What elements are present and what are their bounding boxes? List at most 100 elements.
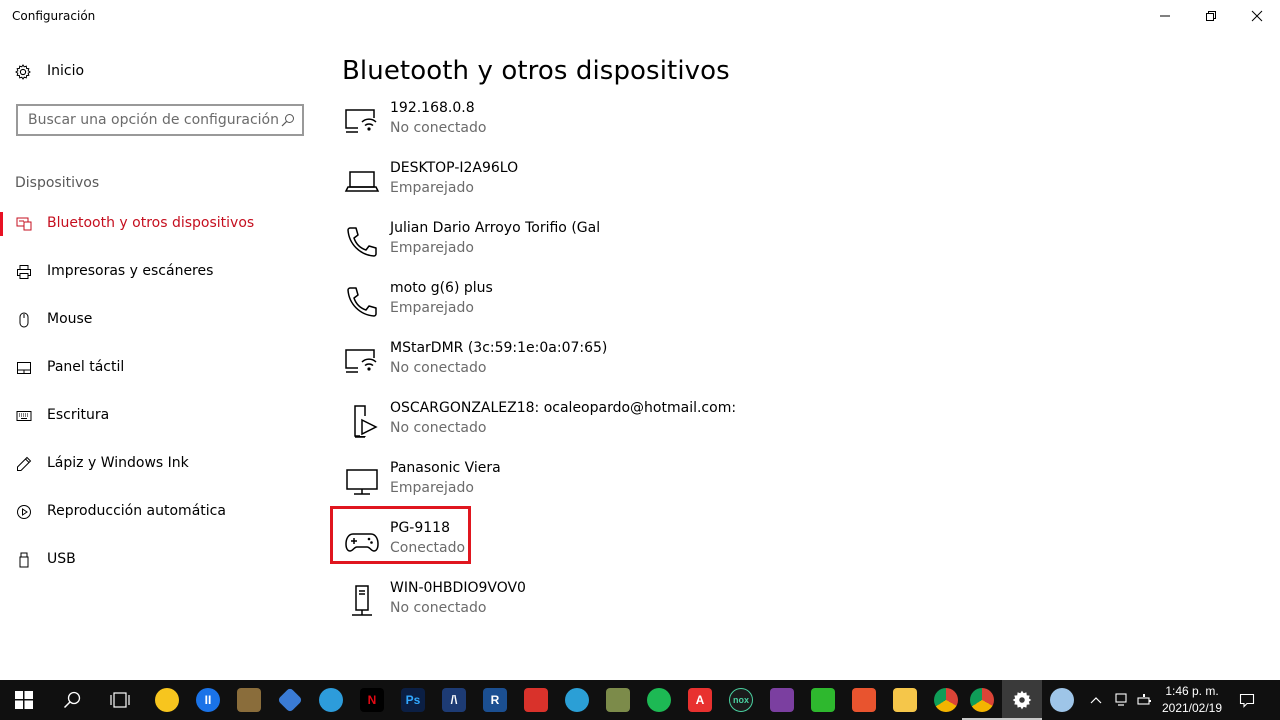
- sidebar-item-autoplay[interactable]: Reproducción automática: [0, 492, 320, 532]
- title-bar: Configuración: [0, 0, 1280, 32]
- sidebar-item-label: Lápiz y Windows Ink: [47, 455, 189, 471]
- clock-date: 2021/02/19: [1161, 701, 1223, 715]
- taskbar-app-pdf[interactable]: [844, 680, 884, 720]
- app-icon: /\: [442, 688, 466, 712]
- media-player-icon: [354, 405, 380, 438]
- close-icon: [1251, 10, 1263, 22]
- app-icon: N: [360, 688, 384, 712]
- taskbar-app-web[interactable]: [311, 680, 351, 720]
- device-name: Julian Dario Arroyo Torifio (Gal: [390, 220, 601, 236]
- home-link[interactable]: Inicio: [0, 56, 320, 88]
- device-item[interactable]: Julian Dario Arroyo Torifio (Gal Emparej…: [320, 220, 820, 280]
- app-icon: Ps: [401, 688, 425, 712]
- taskbar-app-revit[interactable]: R: [475, 680, 515, 720]
- taskbar-app-paint[interactable]: [1042, 680, 1082, 720]
- app-icon: R: [483, 688, 507, 712]
- search-icon: [63, 691, 81, 709]
- pen-icon: [17, 456, 32, 471]
- taskbar-app-netflix[interactable]: N: [352, 680, 392, 720]
- device-status: No conectado: [390, 420, 487, 436]
- windows-icon: [15, 691, 33, 709]
- device-item[interactable]: moto g(6) plus Emparejado: [320, 280, 820, 340]
- laptop-icon: [344, 171, 380, 192]
- device-status: Emparejado: [390, 240, 474, 256]
- taskbar-search-button[interactable]: [52, 680, 92, 720]
- close-button[interactable]: [1234, 0, 1280, 32]
- section-title: Dispositivos: [15, 175, 100, 191]
- task-view-icon: [110, 692, 130, 708]
- taskbar-app-blue[interactable]: [270, 680, 310, 720]
- search-icon: [281, 114, 294, 127]
- battery-plug-icon: [1137, 694, 1151, 705]
- home-label: Inicio: [47, 63, 85, 79]
- phone-icon: [347, 227, 377, 257]
- app-icon: [565, 688, 589, 712]
- app-icon: II: [196, 688, 220, 712]
- device-status: Emparejado: [390, 180, 474, 196]
- taskbar-app-line[interactable]: [803, 680, 843, 720]
- taskbar-app-settings[interactable]: [1002, 680, 1042, 720]
- device-item[interactable]: MStarDMR (3c:59:1e:0a:07:65) No conectad…: [320, 340, 820, 400]
- tray-network-button[interactable]: [1110, 680, 1132, 720]
- device-item[interactable]: DESKTOP-I2A96LO Emparejado: [320, 160, 820, 220]
- chrome-icon: [934, 688, 958, 712]
- action-center-button[interactable]: [1232, 680, 1262, 720]
- taskbar-app-chrome[interactable]: [926, 680, 966, 720]
- taskbar-app-game[interactable]: [229, 680, 269, 720]
- device-status: No conectado: [390, 360, 487, 376]
- sidebar-item-printers[interactable]: Impresoras y escáneres: [0, 252, 320, 292]
- taskbar-app-photoshop[interactable]: Ps: [393, 680, 433, 720]
- taskbar-clock[interactable]: 1:46 p. m. 2021/02/19: [1156, 683, 1228, 717]
- taskbar-app-search[interactable]: [557, 680, 597, 720]
- device-status: Emparejado: [390, 300, 474, 316]
- tv-icon: [346, 469, 378, 495]
- gear-icon: [1012, 690, 1032, 710]
- tray-battery-button[interactable]: [1134, 680, 1156, 720]
- taskbar-app-archicad[interactable]: /\: [434, 680, 474, 720]
- tower-pc-icon: [352, 585, 372, 616]
- taskbar-app-winrar[interactable]: [762, 680, 802, 720]
- taskbar-app-file-explorer[interactable]: [885, 680, 925, 720]
- sidebar-item-label: USB: [47, 551, 76, 567]
- device-item[interactable]: 192.168.0.8 No conectado: [320, 100, 820, 160]
- taskbar-app-tool[interactable]: [598, 680, 638, 720]
- taskbar-app-nox[interactable]: nox: [721, 680, 761, 720]
- taskbar-app-chrome-2[interactable]: [962, 680, 1002, 720]
- device-item[interactable]: OSCARGONZALEZ18: ocaleopardo@hotmail.com…: [320, 400, 820, 460]
- sidebar-item-usb[interactable]: USB: [0, 540, 320, 580]
- media-device-icon: [345, 349, 378, 373]
- restore-button[interactable]: [1188, 0, 1234, 32]
- taskbar-app-spotify[interactable]: [639, 680, 679, 720]
- tray-overflow-button[interactable]: [1086, 680, 1106, 720]
- sidebar: Inicio Buscar una opción de configuració…: [0, 32, 320, 680]
- folder-icon: [893, 688, 917, 712]
- search-placeholder: Buscar una opción de configuración: [28, 112, 279, 128]
- media-device-icon: [345, 109, 378, 133]
- taskbar-app-pause[interactable]: II: [188, 680, 228, 720]
- device-name: moto g(6) plus: [390, 280, 493, 296]
- phone-icon: [347, 287, 377, 317]
- device-status: Emparejado: [390, 480, 474, 496]
- task-view-button[interactable]: [100, 680, 140, 720]
- sidebar-item-label: Mouse: [47, 311, 93, 327]
- taskbar-app-osu[interactable]: [147, 680, 187, 720]
- minimize-button[interactable]: [1142, 0, 1188, 32]
- taskbar-app-sketchup[interactable]: [516, 680, 556, 720]
- sidebar-item-label: Reproducción automática: [47, 503, 226, 519]
- search-input[interactable]: Buscar una opción de configuración: [16, 104, 304, 136]
- device-name: DESKTOP-I2A96LO: [390, 160, 519, 176]
- gear-icon: [15, 64, 31, 80]
- app-icon: [770, 688, 794, 712]
- taskbar-app-autocad[interactable]: A: [680, 680, 720, 720]
- sidebar-item-label: Bluetooth y otros dispositivos: [47, 215, 255, 231]
- device-item[interactable]: WIN-0HBDIO9VOV0 No conectado: [320, 580, 820, 640]
- app-icon: [237, 688, 261, 712]
- device-name: WIN-0HBDIO9VOV0: [390, 580, 526, 596]
- sidebar-item-touchpad[interactable]: Panel táctil: [0, 348, 320, 388]
- sidebar-item-typing[interactable]: Escritura: [0, 396, 320, 436]
- app-icon: [647, 688, 671, 712]
- sidebar-item-bluetooth[interactable]: Bluetooth y otros dispositivos: [0, 204, 320, 244]
- start-button[interactable]: [4, 680, 44, 720]
- sidebar-item-mouse[interactable]: Mouse: [0, 300, 320, 340]
- sidebar-item-pen[interactable]: Lápiz y Windows Ink: [0, 444, 320, 484]
